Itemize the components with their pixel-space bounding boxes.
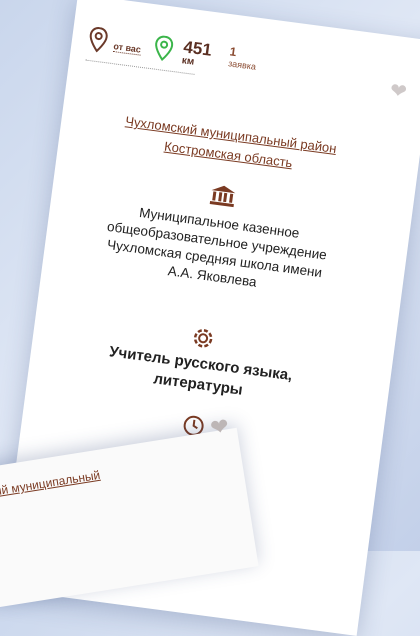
heart-icon[interactable]: ❤ <box>208 413 230 442</box>
distance: 451 км <box>181 37 213 69</box>
requests: 1 заявка <box>228 44 259 71</box>
heart-icon[interactable]: ❤ <box>389 78 409 105</box>
bank-icon <box>209 183 238 208</box>
scene: от вас 451 км 1 заявка ❤ Чухломский муни… <box>0 0 420 636</box>
map-pin-icon <box>152 34 175 62</box>
gear-icon <box>189 324 218 353</box>
district-link[interactable]: ский муниципальный <box>0 468 101 500</box>
organization-name: Муниципальное казенное общеобразовательн… <box>62 195 369 306</box>
location-link[interactable]: Чухломский муниципальный район Костромск… <box>78 106 381 185</box>
stats-row: от вас 451 км 1 заявка <box>86 26 258 76</box>
distance-unit: км <box>181 55 195 68</box>
from-us-label: от вас <box>112 41 142 56</box>
map-pin-icon <box>87 26 110 54</box>
